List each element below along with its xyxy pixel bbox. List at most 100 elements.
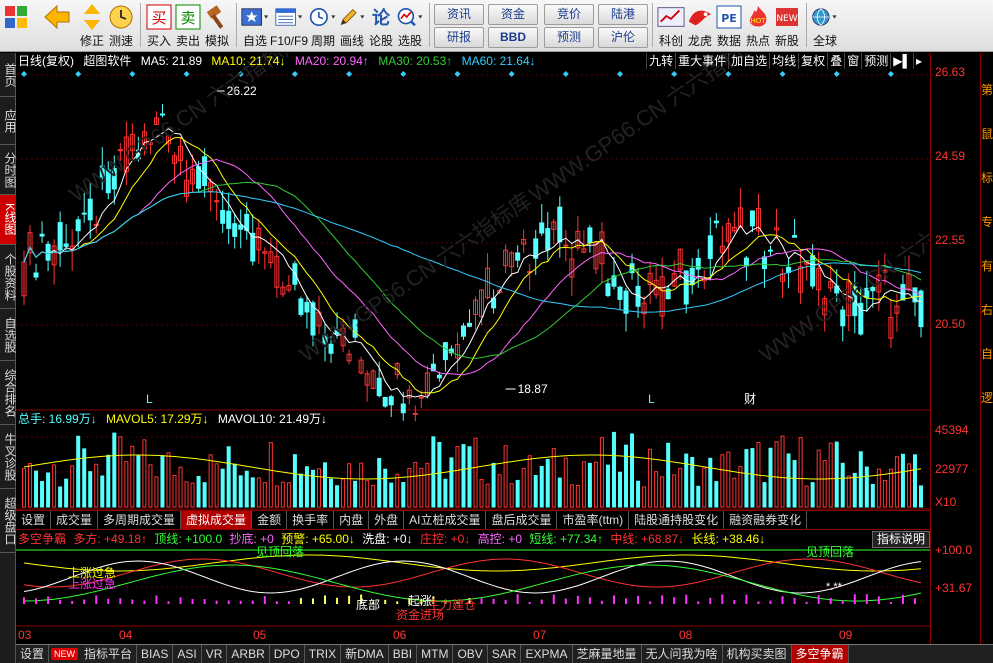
major-events-button[interactable]: 重大事件 bbox=[675, 53, 728, 69]
back-button[interactable] bbox=[43, 0, 71, 50]
btab-long-short[interactable]: 多空争霸 bbox=[791, 645, 849, 663]
new-stock-button[interactable]: NEW 新股 bbox=[773, 0, 801, 50]
btab-dpo[interactable]: DPO bbox=[270, 645, 305, 663]
pin-icon[interactable]: ▶▌ bbox=[890, 53, 913, 69]
ind-tab-settings[interactable]: 设置 bbox=[16, 511, 52, 529]
self-select-button[interactable]: 自选 bbox=[241, 0, 269, 50]
candle-body bbox=[400, 403, 406, 414]
ind-tab-multi-period-volume[interactable]: 多周期成交量 bbox=[98, 511, 182, 529]
kline-chart-area[interactable]: 26.22 18.87 L L 财见顶回落 见顶回落 上涨过急 上涨过急 底部 起涨 资金进场 主力建… bbox=[16, 53, 930, 644]
forecast-toggle-button[interactable]: 预测 bbox=[861, 53, 890, 69]
kechuang-button[interactable]: 科创 bbox=[657, 0, 685, 50]
candle-body bbox=[298, 298, 304, 315]
buy-button[interactable]: 买 买入 bbox=[145, 0, 173, 50]
btab-expma[interactable]: EXPMA bbox=[521, 645, 573, 663]
candle-body bbox=[749, 210, 755, 227]
btab-bbi[interactable]: BBI bbox=[389, 645, 418, 663]
ind-tab-volume[interactable]: 成交量 bbox=[51, 511, 99, 529]
kline-chart-svg[interactable]: 26.2218.87L L 财见顶回落 见顶回落上涨过急上涨过急底部 起涨资金进场主力建… bbox=[16, 53, 930, 644]
self-select-label: 自选 bbox=[242, 34, 267, 48]
forecast-button[interactable]: 预测 bbox=[544, 27, 595, 48]
btab-asi[interactable]: ASI bbox=[173, 645, 202, 663]
ind-tab-outer[interactable]: 外盘 bbox=[369, 511, 405, 529]
report-button[interactable]: 研报 bbox=[434, 27, 485, 48]
nav-watchlist[interactable]: 自选股 bbox=[0, 309, 17, 361]
nav-apps[interactable]: 应用 bbox=[0, 97, 17, 145]
chevron-right-icon[interactable]: ▸ bbox=[912, 53, 924, 69]
btab-nobody-asks[interactable]: 无人问我为啥 bbox=[642, 645, 723, 663]
correct-button[interactable]: 修正 bbox=[78, 0, 106, 50]
indicator-help-button[interactable]: 指标说明 bbox=[871, 531, 930, 548]
svg-text:HOT: HOT bbox=[750, 17, 766, 25]
stock-talk-button[interactable]: 论 论股 bbox=[367, 0, 395, 50]
btab-mtm[interactable]: MTM bbox=[417, 645, 454, 663]
period-button[interactable]: 周期 bbox=[309, 0, 337, 50]
shanghai-london-button[interactable]: 沪伦 bbox=[598, 27, 649, 48]
hk-connect-button[interactable]: 陆港 bbox=[598, 4, 649, 25]
ind-tab-margin[interactable]: 融资融券变化 bbox=[724, 511, 808, 529]
speed-button[interactable]: 测速 bbox=[107, 0, 135, 50]
window-button[interactable]: 窗 bbox=[844, 53, 861, 69]
ind-tab-amount[interactable]: 金额 bbox=[252, 511, 288, 529]
nav-home[interactable]: 首页 bbox=[0, 53, 17, 97]
draw-label: 画线 bbox=[340, 34, 365, 48]
candle-body bbox=[623, 290, 629, 314]
nav-ranking[interactable]: 综合排名 bbox=[0, 361, 17, 425]
ma-lines-button[interactable]: 均线 bbox=[769, 53, 798, 69]
volume-bar bbox=[888, 468, 893, 508]
btab-bias[interactable]: BIAS bbox=[137, 645, 174, 663]
home-button[interactable] bbox=[2, 0, 30, 50]
ind-tab-hk-holdings[interactable]: 陆股通持股变化 bbox=[629, 511, 725, 529]
draw-button[interactable]: 画线 bbox=[338, 0, 366, 50]
svg-text:NEW: NEW bbox=[776, 14, 797, 24]
auction-button[interactable]: 竞价 bbox=[544, 4, 595, 25]
btab-arbr[interactable]: ARBR bbox=[227, 645, 270, 663]
add-watchlist-button[interactable]: 加自选 bbox=[728, 53, 769, 69]
btab-indicator-platform[interactable]: 指标平台 bbox=[80, 645, 138, 663]
candle-body bbox=[545, 228, 551, 251]
volume-bar bbox=[714, 481, 719, 508]
restore-rights-button[interactable]: 复权 bbox=[798, 53, 827, 69]
btab-vr[interactable]: VR bbox=[202, 645, 228, 663]
ind-tab-after-hours[interactable]: 盘后成交量 bbox=[486, 511, 558, 529]
btab-new-dma[interactable]: 新DMA bbox=[341, 645, 389, 663]
btab-sar[interactable]: SAR bbox=[488, 645, 522, 663]
global-button[interactable]: 全球 bbox=[811, 0, 839, 50]
hot-button[interactable]: HOT 热点 bbox=[744, 0, 772, 50]
nav-kline[interactable]: K线图 bbox=[0, 195, 17, 245]
btab-obv[interactable]: OBV bbox=[453, 645, 488, 663]
indicator-bar bbox=[817, 595, 820, 604]
data-button[interactable]: PE 数据 bbox=[715, 0, 743, 50]
nav-diagnosis[interactable]: 牛叉诊股 bbox=[0, 425, 17, 489]
nav-stock-info[interactable]: 个股资料 bbox=[0, 245, 17, 309]
volume-bar bbox=[648, 448, 653, 508]
pick-stock-button[interactable]: 选股 bbox=[396, 0, 424, 50]
chart-top-right-buttons: 九转 重大事件 加自选 均线 复权 叠 窗 预测 ▶▌ ▸ bbox=[646, 53, 924, 69]
f10-button[interactable]: F10/F9 bbox=[270, 0, 308, 50]
indicator-bar bbox=[564, 598, 567, 604]
btab-institution[interactable]: 机构买卖图 bbox=[723, 645, 792, 663]
btab-sesame[interactable]: 芝麻量地量 bbox=[573, 645, 642, 663]
btab-settings[interactable]: 设置 bbox=[16, 645, 50, 663]
ind-tab-ai-volume[interactable]: AI立桩成交量 bbox=[404, 511, 487, 529]
nav-super-panel[interactable]: 超级盘口 bbox=[0, 489, 17, 553]
news-button[interactable]: 资讯 bbox=[434, 4, 485, 25]
overlay-button[interactable]: 叠 bbox=[827, 53, 844, 69]
btab-trix[interactable]: TRIX bbox=[305, 645, 342, 663]
volume-bar bbox=[304, 466, 309, 508]
simulate-button[interactable]: 模拟 bbox=[203, 0, 231, 50]
ind-tab-pe-ttm[interactable]: 市盈率(ttm) bbox=[557, 511, 630, 529]
bbd-button[interactable]: BBD bbox=[488, 27, 539, 48]
ind-tab-inner[interactable]: 内盘 bbox=[334, 511, 370, 529]
candle-body bbox=[707, 235, 713, 259]
jiuzhuan-button[interactable]: 九转 bbox=[646, 53, 675, 69]
ind-tab-virtual-volume[interactable]: 虚拟成交量 bbox=[181, 511, 253, 529]
fund-button[interactable]: 资金 bbox=[488, 4, 539, 25]
nav-timeshare[interactable]: 分时图 bbox=[0, 145, 17, 195]
indicator-bar bbox=[119, 598, 122, 604]
sell-button[interactable]: 卖 卖出 bbox=[174, 0, 202, 50]
ind-tab-turnover[interactable]: 换手率 bbox=[287, 511, 335, 529]
candle-body bbox=[617, 286, 623, 300]
volume-tick: 22977 bbox=[935, 462, 969, 476]
longhu-button[interactable]: 龙虎 bbox=[686, 0, 714, 50]
